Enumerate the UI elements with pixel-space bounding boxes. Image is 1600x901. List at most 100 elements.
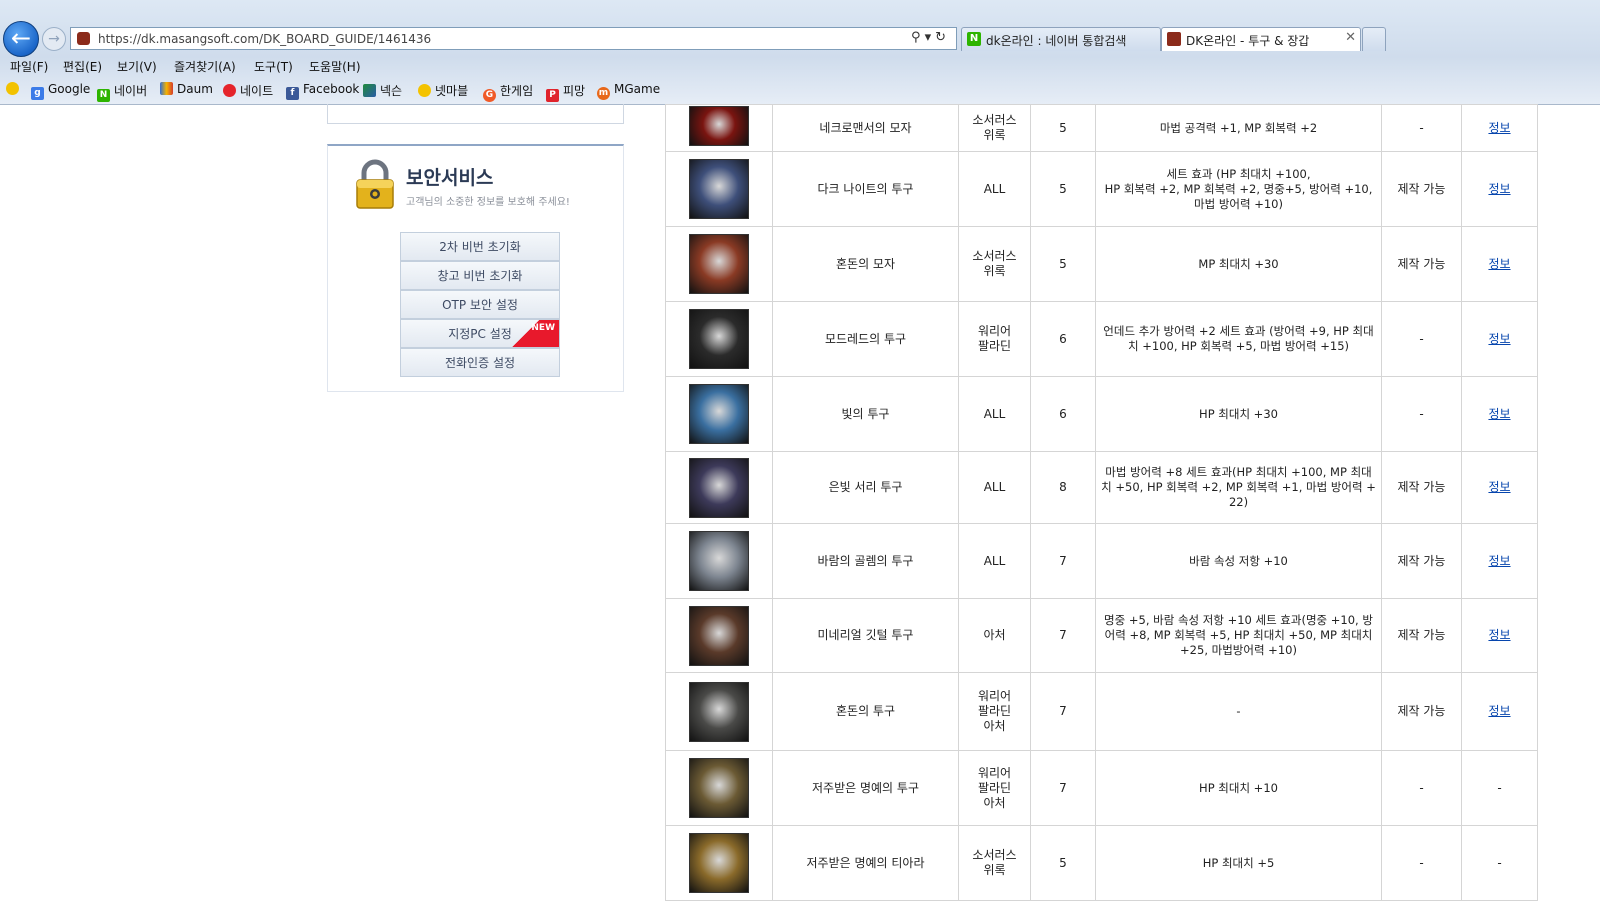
item-icon-cell bbox=[665, 226, 773, 302]
helmet-icon[interactable] bbox=[689, 605, 749, 666]
tab-label: dk온라인 : 네이버 통합검색 bbox=[986, 34, 1127, 48]
address-bar[interactable]: https://dk.masangsoft.com/DK_BOARD_GUIDE… bbox=[70, 27, 957, 50]
helmet-icon[interactable] bbox=[689, 159, 749, 219]
table-row: 네크로맨서의 모자 소서러스 위록 5 마법 공격력 +1, MP 회복력 +2- 정보 bbox=[665, 104, 1538, 152]
fav-hangame[interactable]: G 한게임 bbox=[483, 82, 533, 102]
item-info-cell: 정보 bbox=[1461, 301, 1538, 377]
info-link[interactable]: 정보 bbox=[1488, 704, 1510, 718]
menu-view[interactable]: 보기(V) bbox=[117, 58, 157, 75]
menu-tools[interactable]: 도구(T) bbox=[254, 58, 293, 75]
favorites-star-icon[interactable] bbox=[6, 82, 23, 96]
info-link[interactable]: 정보 bbox=[1488, 628, 1510, 642]
item-class: 워리어 팔라딘 아처 bbox=[958, 750, 1031, 826]
item-level: 7 bbox=[1030, 523, 1096, 599]
helmet-icon[interactable] bbox=[689, 531, 749, 591]
item-effect: HP 최대치 +5 bbox=[1095, 825, 1382, 901]
item-level: 5 bbox=[1030, 825, 1096, 901]
fav-mgame[interactable]: m MGame bbox=[597, 82, 660, 100]
helmet-icon[interactable] bbox=[689, 681, 749, 742]
info-link[interactable]: 정보 bbox=[1488, 332, 1510, 346]
helmet-icon[interactable] bbox=[689, 384, 749, 444]
menu-help[interactable]: 도움말(H) bbox=[309, 58, 361, 75]
facebook-icon: f bbox=[286, 87, 299, 100]
info-link[interactable]: 정보 bbox=[1488, 257, 1510, 271]
item-name: 저주받은 명예의 투구 bbox=[772, 750, 959, 826]
fav-netmarble[interactable]: 넷마블 bbox=[418, 82, 468, 99]
favorites-bar: g Google N 네이버 Daum 네이트 f Facebook 넥슨 넷마블 G… bbox=[0, 78, 1600, 102]
helmet-icon[interactable] bbox=[689, 457, 749, 518]
item-icon-cell bbox=[665, 825, 773, 901]
dropdown-icon[interactable]: ▾ bbox=[925, 30, 936, 45]
url-text[interactable]: https://dk.masangsoft.com/DK_BOARD_GUIDE… bbox=[98, 32, 431, 46]
helmet-icon[interactable] bbox=[689, 833, 749, 893]
item-info-cell: - bbox=[1461, 825, 1538, 901]
menu-favorites[interactable]: 즐겨찾기(A) bbox=[174, 58, 236, 75]
item-class: ALL bbox=[958, 523, 1031, 599]
fav-facebook[interactable]: f Facebook bbox=[286, 82, 359, 100]
item-craftable: 제작 가능 bbox=[1381, 451, 1462, 524]
otp-settings-button[interactable]: OTP 보안 설정 bbox=[400, 290, 560, 319]
info-link[interactable]: 정보 bbox=[1488, 182, 1510, 196]
table-row: 모드레드의 투구 워리어 팔라딘 6 언데드 추가 방어력 +2 세트 효과 (방어력… bbox=[665, 301, 1538, 377]
helmet-icon[interactable] bbox=[689, 309, 749, 369]
back-button[interactable]: ← bbox=[3, 21, 39, 57]
item-effect: 마법 공격력 +1, MP 회복력 +2 bbox=[1095, 104, 1382, 152]
menu-edit[interactable]: 편집(E) bbox=[63, 58, 102, 75]
security-service-panel: 보안서비스 고객님의 소중한 정보를 보호해 주세요! 2차 비번 초기화 창고… bbox=[327, 144, 624, 392]
item-class: 워리어 팔라딘 아처 bbox=[958, 672, 1031, 751]
helmet-icon[interactable] bbox=[689, 106, 749, 146]
fav-nexon[interactable]: 넥슨 bbox=[363, 82, 402, 99]
item-info-cell: 정보 bbox=[1461, 523, 1538, 599]
address-tools[interactable]: ⚲▾↻ bbox=[911, 30, 950, 45]
search-icon[interactable]: ⚲ bbox=[911, 30, 925, 45]
fav-daum[interactable]: Daum bbox=[160, 82, 213, 96]
fav-naver[interactable]: N 네이버 bbox=[97, 82, 147, 102]
reset-storage-password-button[interactable]: 창고 비번 초기화 bbox=[400, 261, 560, 290]
tab-dk-online[interactable]: DK온라인 - 투구 & 장갑 ✕ bbox=[1161, 27, 1361, 51]
item-class: 소서러스 위록 bbox=[958, 825, 1031, 901]
fav-google[interactable]: g Google bbox=[31, 82, 90, 100]
item-craftable: 제작 가능 bbox=[1381, 151, 1462, 227]
item-icon-cell bbox=[665, 598, 773, 673]
info-link[interactable]: 정보 bbox=[1488, 480, 1510, 494]
close-icon[interactable]: ✕ bbox=[1345, 30, 1356, 45]
item-icon-cell bbox=[665, 672, 773, 751]
item-craftable: - bbox=[1381, 301, 1462, 377]
new-tab-button[interactable] bbox=[1362, 27, 1386, 51]
item-effect: HP 최대치 +10 bbox=[1095, 750, 1382, 826]
item-level: 6 bbox=[1030, 301, 1096, 377]
info-link[interactable]: 정보 bbox=[1488, 121, 1510, 135]
new-badge-label: NEW bbox=[531, 323, 555, 333]
google-icon: g bbox=[31, 87, 44, 100]
item-effect: HP 최대치 +30 bbox=[1095, 376, 1382, 452]
item-info-cell: 정보 bbox=[1461, 672, 1538, 751]
reset-second-password-button[interactable]: 2차 비번 초기화 bbox=[400, 232, 560, 261]
helmet-table: 네크로맨서의 모자 소서러스 위록 5 마법 공격력 +1, MP 회복력 +2- 정보… bbox=[665, 104, 1538, 901]
item-name: 다크 나이트의 투구 bbox=[772, 151, 959, 227]
table-row: 저주받은 명예의 티아라 소서러스 위록 5 HP 최대치 +5- - bbox=[665, 825, 1538, 901]
refresh-icon[interactable]: ↻ bbox=[935, 30, 950, 45]
helmet-icon[interactable] bbox=[689, 758, 749, 818]
menu-bar: 파일(F) 편집(E) 보기(V) 즐겨찾기(A) 도구(T) 도움말(H) bbox=[0, 54, 1600, 76]
menu-file[interactable]: 파일(F) bbox=[10, 58, 48, 75]
phone-auth-button[interactable]: 전화인증 설정 bbox=[400, 348, 560, 377]
fav-label: Google bbox=[48, 82, 91, 96]
item-name: 미네리얼 깃털 투구 bbox=[772, 598, 959, 673]
table-row: 혼돈의 투구 워리어 팔라딘 아처 7- 제작 가능 정보 bbox=[665, 672, 1538, 751]
item-name: 저주받은 명예의 티아라 bbox=[772, 825, 959, 901]
pmang-icon: P bbox=[546, 89, 559, 102]
tab-naver-search[interactable]: N dk온라인 : 네이버 통합검색 bbox=[961, 27, 1161, 51]
item-class: 아처 bbox=[958, 598, 1031, 673]
item-info-cell: 정보 bbox=[1461, 151, 1538, 227]
item-effect: 마법 방어력 +8 세트 효과(HP 최대치 +100, MP 최대치 +50,… bbox=[1095, 451, 1382, 524]
designated-pc-button[interactable]: 지정PC 설정 NEW bbox=[400, 319, 560, 348]
table-row: 미네리얼 깃털 투구 아처 7 명중 +5, 바람 속성 저항 +10 세트 효과(명… bbox=[665, 598, 1538, 673]
info-link[interactable]: 정보 bbox=[1488, 554, 1510, 568]
forward-button[interactable]: → bbox=[42, 27, 66, 51]
helmet-icon[interactable] bbox=[689, 234, 749, 294]
fav-pmang[interactable]: P 피망 bbox=[546, 82, 585, 102]
fav-nate[interactable]: 네이트 bbox=[223, 82, 273, 99]
nate-icon bbox=[223, 84, 236, 97]
item-name: 혼돈의 모자 bbox=[772, 226, 959, 302]
info-link[interactable]: 정보 bbox=[1488, 407, 1510, 421]
